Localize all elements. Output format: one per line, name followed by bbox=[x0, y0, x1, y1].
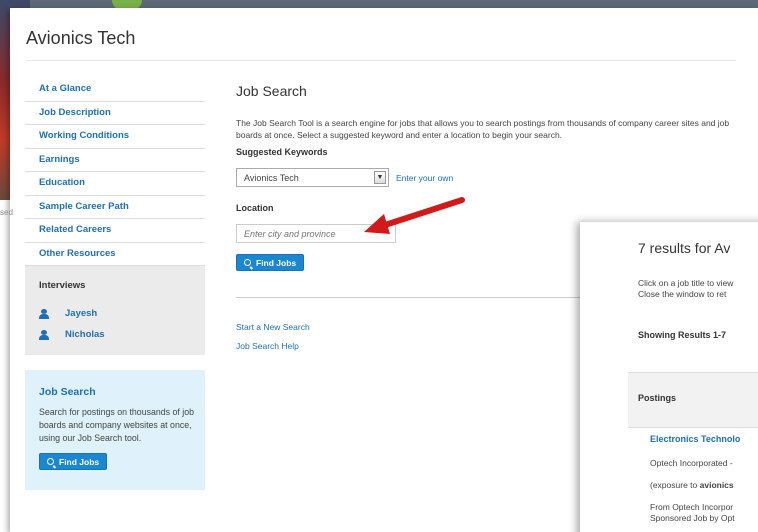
find-jobs-button[interactable]: Find Jobs bbox=[236, 254, 305, 271]
location-label: Location bbox=[236, 203, 274, 213]
results-instructions: Click on a job title to view Close the w… bbox=[638, 278, 733, 300]
enter-own-keyword-link[interactable]: Enter your own bbox=[396, 173, 453, 183]
sidebar-nav: At a Glance Job Description Working Cond… bbox=[25, 78, 205, 266]
background-caption: sed bbox=[0, 208, 13, 217]
sidebar-item-at-a-glance[interactable]: At a Glance bbox=[25, 78, 205, 102]
postings-header: Postings bbox=[628, 372, 758, 428]
job-search-heading: Job Search bbox=[236, 83, 307, 99]
job-title-link[interactable]: Electronics Technolo bbox=[650, 434, 740, 444]
interview-name: Jayesh bbox=[65, 308, 98, 319]
page-title: Avionics Tech bbox=[26, 28, 136, 48]
button-label: Find Jobs bbox=[256, 257, 297, 268]
sidebar-item-other-resources[interactable]: Other Resources bbox=[25, 243, 205, 266]
sidebar-item-earnings[interactable]: Earnings bbox=[25, 149, 205, 172]
job-search-description: The Job Search Tool is a search engine f… bbox=[236, 118, 730, 140]
job-search-promo-text: Search for postings on thousands of job … bbox=[39, 407, 195, 443]
button-label: Find Jobs bbox=[59, 456, 100, 467]
job-snippet-keyword: avionics bbox=[699, 480, 734, 490]
results-heading: 7 results for Av bbox=[638, 240, 731, 256]
sidebar-item-education[interactable]: Education bbox=[25, 172, 205, 196]
sidebar-item-related-careers[interactable]: Related Careers bbox=[25, 219, 205, 243]
keyword-select[interactable]: Avionics Tech ▼ bbox=[236, 168, 389, 187]
results-instruction-line: Click on a job title to view bbox=[638, 278, 734, 288]
job-snippet-prefix: (exposure to bbox=[650, 480, 700, 490]
person-icon bbox=[39, 308, 49, 319]
sidebar-item-job-description[interactable]: Job Description bbox=[25, 102, 205, 125]
content-divider bbox=[236, 297, 602, 298]
magnifier-icon bbox=[47, 458, 54, 465]
results-instruction-line: Close the window to ret bbox=[638, 289, 727, 299]
sidebar-item-sample-career-path[interactable]: Sample Career Path bbox=[25, 196, 205, 219]
job-sponsored: Sponsored Job by Opt bbox=[650, 513, 735, 523]
job-search-promo-heading: Job Search bbox=[39, 386, 96, 398]
person-icon bbox=[39, 329, 49, 340]
keyword-row: Avionics Tech ▼ Enter your own bbox=[236, 168, 736, 187]
suggested-keywords-label: Suggested Keywords bbox=[236, 147, 328, 157]
promo-find-jobs-button[interactable]: Find Jobs bbox=[39, 453, 108, 470]
title-divider bbox=[26, 60, 736, 61]
job-source: From Optech Incorpor bbox=[650, 502, 734, 512]
annotation-arrow-icon bbox=[364, 197, 465, 234]
interview-link-jayesh[interactable]: Jayesh bbox=[39, 303, 191, 324]
chevron-down-icon: ▼ bbox=[374, 171, 386, 184]
interviews-heading: Interviews bbox=[39, 280, 86, 291]
job-search-promo: Job Search Search for postings on thousa… bbox=[25, 370, 205, 490]
magnifier-icon bbox=[244, 259, 251, 266]
sidebar-item-working-conditions[interactable]: Working Conditions bbox=[25, 125, 205, 149]
job-company: Optech Incorporated - bbox=[650, 458, 733, 468]
keyword-selected-value: Avionics Tech bbox=[244, 172, 299, 183]
results-count: Showing Results 1-7 bbox=[638, 330, 727, 340]
interview-link-nicholas[interactable]: Nicholas bbox=[39, 324, 191, 345]
interviews-box: Interviews Jayesh Nicholas bbox=[25, 266, 205, 355]
results-window: 7 results for Av Click on a job title to… bbox=[580, 222, 758, 532]
interview-name: Nicholas bbox=[65, 329, 105, 340]
job-snippet: (exposure to avionics bbox=[650, 480, 734, 490]
